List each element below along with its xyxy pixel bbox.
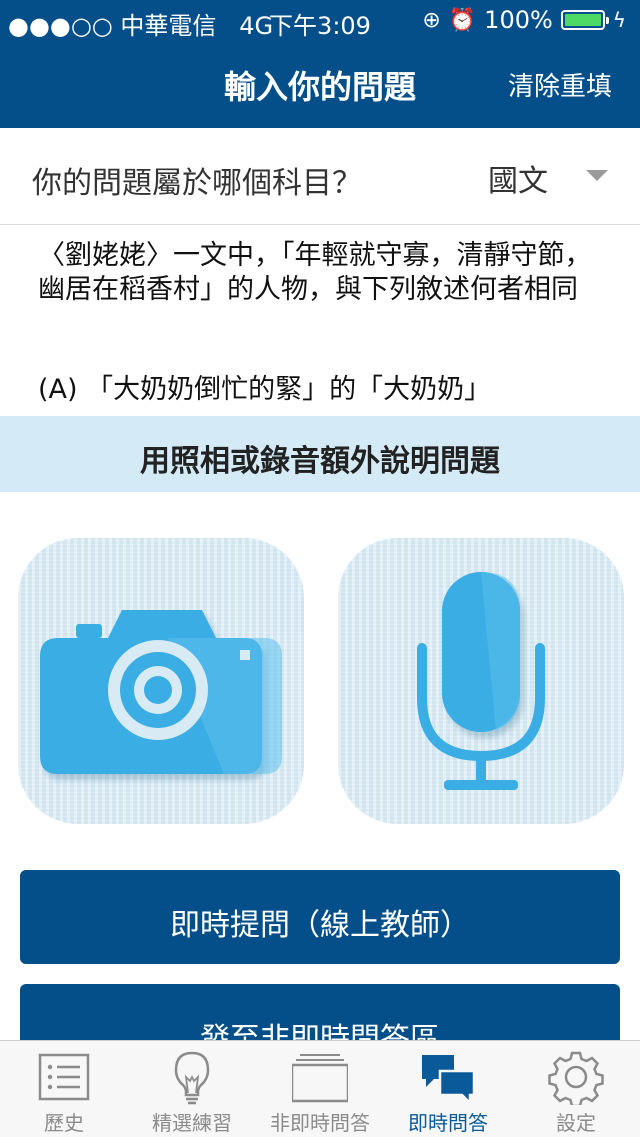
tab-label: 非即時問答 (270, 1111, 370, 1135)
question-text-area[interactable]: 〈劉姥姥〉一文中，「年輕就守寡，清靜守節，幽居在稻香村」的人物，與下列敘述何者相… (0, 225, 640, 415)
tab-label: 歷史 (44, 1111, 84, 1135)
status-right: ⊕ ⏰ 100% ϟ (422, 6, 626, 34)
tab-bar: 歷史 精選練習 非即時問答 即時問答 設定 (0, 1040, 640, 1137)
battery-icon (560, 10, 609, 30)
live-ask-label: 即時提問（線上教師） (170, 908, 470, 943)
question-option-a: (A) 「大奶奶倒忙的緊」的「大奶奶」 (38, 374, 492, 405)
tab-featured-practice[interactable]: 精選練習 (128, 1041, 256, 1137)
microphone-button[interactable] (338, 538, 624, 824)
tab-history[interactable]: 歷史 (0, 1041, 128, 1137)
subject-value[interactable]: 國文 (488, 156, 548, 200)
tab-label: 即時問答 (408, 1111, 488, 1135)
camera-icon (40, 610, 282, 780)
camera-button[interactable] (18, 538, 304, 824)
lock-rotation-icon: ⊕ (422, 7, 441, 33)
extra-explanation-header: 用照相或錄音額外說明問題 (0, 416, 640, 492)
tab-live-qa[interactable]: 即時問答 (384, 1041, 512, 1137)
lightbulb-icon (174, 1051, 210, 1105)
tab-non-live-qa[interactable]: 非即時問答 (256, 1041, 384, 1137)
subject-selector[interactable]: 你的問題屬於哪個科目？ 國文 (0, 128, 640, 225)
alarm-icon: ⏰ (448, 7, 477, 33)
subject-prompt: 你的問題屬於哪個科目？ (32, 166, 362, 201)
battery-percent: 100% (484, 6, 553, 34)
tab-label: 精選練習 (152, 1111, 232, 1135)
charging-icon: ϟ (612, 8, 626, 32)
tab-label: 設定 (556, 1111, 596, 1135)
nav-bar: 輸入你的問題 清除重填 (0, 40, 640, 128)
question-body: 〈劉姥姥〉一文中，「年輕就守寡，清靜守節，幽居在稻香村」的人物，與下列敘述何者相… (38, 240, 592, 305)
gear-icon (548, 1051, 604, 1105)
live-ask-button[interactable]: 即時提問（線上教師） (20, 870, 620, 964)
list-icon (38, 1053, 90, 1101)
extra-explanation-label: 用照相或錄音額外說明問題 (140, 444, 500, 479)
microphone-icon (417, 572, 545, 790)
chat-bubbles-icon (422, 1055, 476, 1105)
chevron-down-icon[interactable] (586, 170, 608, 181)
stack-icon (292, 1054, 348, 1103)
tab-settings[interactable]: 設定 (512, 1041, 640, 1137)
status-bar: ●●●○○ 中華電信 4G 下午3:09 ⊕ ⏰ 100% ϟ (0, 0, 640, 40)
clear-button[interactable]: 清除重填 (508, 66, 612, 103)
